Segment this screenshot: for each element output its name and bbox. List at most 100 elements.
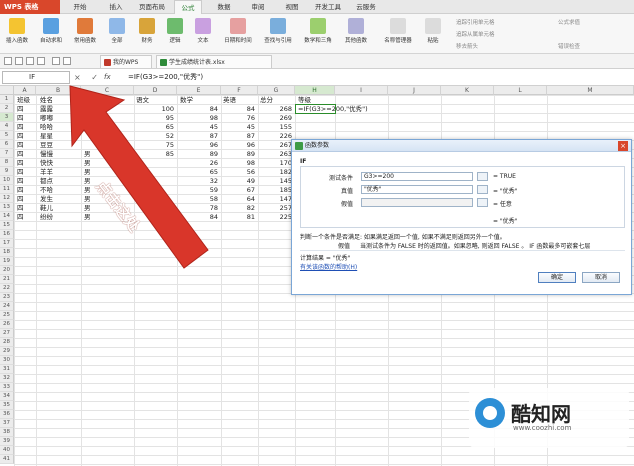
table-cell[interactable]: 170 xyxy=(256,159,292,168)
table-cell[interactable]: 四 xyxy=(17,177,24,186)
table-cell[interactable]: 267 xyxy=(256,141,292,150)
row-header[interactable]: 13 xyxy=(0,203,14,212)
table-cell[interactable]: 64 xyxy=(219,195,255,204)
autosum-button[interactable]: 自动求和 xyxy=(36,16,66,52)
select-all-corner[interactable] xyxy=(0,86,14,95)
table-cell[interactable]: 96 xyxy=(219,141,255,150)
save-icon[interactable] xyxy=(15,57,23,65)
table-cell[interactable]: 155 xyxy=(256,123,292,132)
column-header[interactable]: K xyxy=(441,86,494,95)
table-cell[interactable]: 226 xyxy=(256,132,292,141)
table-cell[interactable]: 哈哈 xyxy=(40,123,53,132)
close-icon[interactable]: × xyxy=(618,141,628,151)
table-cell[interactable]: 89 xyxy=(219,150,255,159)
row-header[interactable]: 19 xyxy=(0,257,14,266)
row-header[interactable]: 39 xyxy=(0,437,14,446)
header-cell[interactable]: 姓名 xyxy=(40,96,53,105)
row-header[interactable]: 24 xyxy=(0,302,14,311)
row-header[interactable]: 11 xyxy=(0,185,14,194)
row-header[interactable]: 6 xyxy=(0,140,14,149)
lookup-button[interactable]: 查找与引用 xyxy=(260,16,296,52)
range-picker-icon[interactable] xyxy=(477,198,488,207)
row-header[interactable]: 21 xyxy=(0,275,14,284)
name-manager-button[interactable]: 名称管理器 xyxy=(380,16,416,52)
tab-view[interactable]: 视图 xyxy=(278,0,306,14)
tab-review[interactable]: 审阅 xyxy=(244,0,272,14)
row-header[interactable]: 16 xyxy=(0,230,14,239)
range-picker-icon[interactable] xyxy=(477,172,488,181)
row-header[interactable]: 41 xyxy=(0,455,14,464)
row-header[interactable]: 29 xyxy=(0,347,14,356)
table-cell[interactable]: 84 xyxy=(219,105,255,114)
tab-insert[interactable]: 插入 xyxy=(102,0,130,14)
row-header[interactable]: 20 xyxy=(0,266,14,275)
all-functions-button[interactable]: 全部 xyxy=(104,16,130,52)
row-header[interactable]: 4 xyxy=(0,122,14,131)
table-cell[interactable]: 182 xyxy=(256,168,292,177)
table-cell[interactable]: 四 xyxy=(17,114,24,123)
tab-developer[interactable]: 开发工具 xyxy=(310,0,346,14)
table-cell[interactable]: 鞋儿 xyxy=(40,204,53,213)
name-box[interactable]: IF xyxy=(2,71,70,84)
row-header[interactable]: 7 xyxy=(0,149,14,158)
row-header[interactable]: 40 xyxy=(0,446,14,455)
row-header[interactable]: 37 xyxy=(0,419,14,428)
row-header[interactable]: 28 xyxy=(0,338,14,347)
row-header[interactable]: 36 xyxy=(0,410,14,419)
row-header[interactable]: 12 xyxy=(0,194,14,203)
column-header[interactable]: J xyxy=(388,86,441,95)
table-cell[interactable]: 四 xyxy=(17,213,24,222)
row-header[interactable]: 23 xyxy=(0,293,14,302)
row-header[interactable]: 17 xyxy=(0,239,14,248)
text-button[interactable]: 文本 xyxy=(190,16,216,52)
row-header[interactable]: 31 xyxy=(0,365,14,374)
row-header[interactable]: 34 xyxy=(0,392,14,401)
table-cell[interactable]: 56 xyxy=(219,168,255,177)
column-header[interactable]: I xyxy=(335,86,388,95)
table-cell[interactable]: 87 xyxy=(219,132,255,141)
row-header[interactable]: 22 xyxy=(0,284,14,293)
row-header[interactable]: 14 xyxy=(0,212,14,221)
more-functions-button[interactable]: 其他函数 xyxy=(340,16,372,52)
table-cell[interactable]: 不哈 xyxy=(40,186,53,195)
row-header[interactable]: 25 xyxy=(0,311,14,320)
redo-icon[interactable] xyxy=(63,57,71,65)
cancel-button[interactable]: 取消 xyxy=(582,272,620,283)
trace-dependents[interactable]: 追踪从属单元格 xyxy=(456,30,495,38)
table-cell[interactable]: 快快 xyxy=(40,159,53,168)
value-if-false-input[interactable] xyxy=(361,198,473,207)
row-header[interactable]: 3 xyxy=(0,113,14,122)
header-cell[interactable]: 总分 xyxy=(260,96,273,105)
row-header[interactable]: 1 xyxy=(0,95,14,104)
help-link[interactable]: 有关该函数的帮助(H) xyxy=(300,262,357,271)
row-header[interactable]: 35 xyxy=(0,401,14,410)
table-cell[interactable]: 发生 xyxy=(40,195,53,204)
datetime-button[interactable]: 日期和时间 xyxy=(220,16,256,52)
table-cell[interactable]: 257 xyxy=(256,204,292,213)
row-header[interactable]: 15 xyxy=(0,221,14,230)
undo-icon[interactable] xyxy=(52,57,60,65)
row-header[interactable]: 2 xyxy=(0,104,14,113)
row-header[interactable]: 9 xyxy=(0,167,14,176)
table-cell[interactable]: 268 xyxy=(256,105,292,114)
logical-test-input[interactable]: G3>=200 xyxy=(361,172,473,181)
table-cell[interactable]: 147 xyxy=(256,195,292,204)
row-header[interactable]: 18 xyxy=(0,248,14,257)
table-cell[interactable]: 263 xyxy=(256,150,292,159)
table-cell[interactable]: 都点 xyxy=(40,177,53,186)
remove-arrows[interactable]: 移去箭头 xyxy=(456,42,478,50)
tab-data[interactable]: 数据 xyxy=(210,0,238,14)
value-if-true-input[interactable]: "优秀" xyxy=(361,185,473,194)
table-cell[interactable]: 羊羊 xyxy=(40,168,53,177)
trace-precedents[interactable]: 追踪引用单元格 xyxy=(456,18,495,26)
math-trig-button[interactable]: 数学和三角 xyxy=(300,16,336,52)
table-cell[interactable]: 豆豆 xyxy=(40,141,53,150)
common-functions-button[interactable]: 常用函数 xyxy=(70,16,100,52)
column-header[interactable]: G xyxy=(258,86,295,95)
column-header[interactable]: M xyxy=(547,86,634,95)
table-cell[interactable]: 269 xyxy=(256,114,292,123)
table-cell[interactable]: 四 xyxy=(17,159,24,168)
table-cell[interactable]: 四 xyxy=(17,204,24,213)
logical-button[interactable]: 逻辑 xyxy=(162,16,188,52)
table-cell[interactable]: 露露 xyxy=(40,105,53,114)
